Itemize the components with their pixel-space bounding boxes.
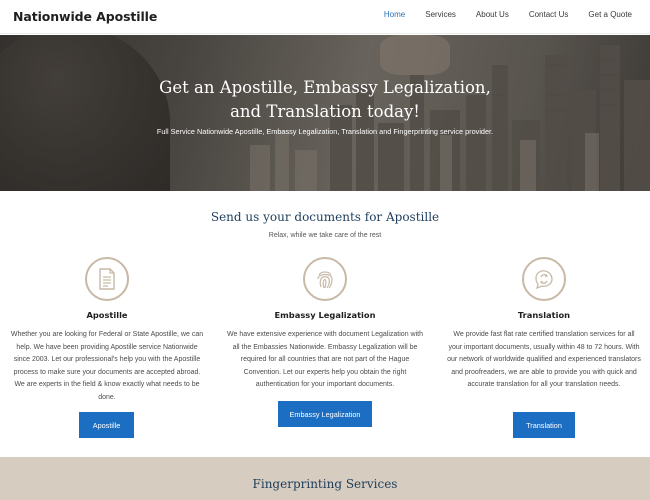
section-subtitle: Relax, while we take care of the rest — [268, 232, 382, 239]
hero-subtitle: Full Service Nationwide Apostille, Embas… — [156, 127, 494, 136]
nav-home[interactable]: Home — [384, 10, 405, 19]
service-translation: Translation We provide fast flat rate ce… — [444, 257, 644, 392]
service-embassy-legalization: Embassy Legalization We have extensive e… — [225, 257, 425, 392]
service-description: Whether you are looking for Federal or S… — [10, 331, 204, 401]
embassy-legalization-button[interactable]: Embassy Legalization — [278, 401, 372, 427]
site-brand[interactable]: Nationwide Apostille — [13, 9, 157, 24]
service-title: Embassy Legalization — [274, 310, 376, 320]
hero-banner: Get an Apostille, Embassy Legalization, … — [0, 35, 650, 191]
hero-title-line-1: Get an Apostille, Embassy Legalization, — [159, 78, 491, 97]
service-title: Translation — [517, 310, 571, 320]
translation-button[interactable]: Translation — [513, 412, 575, 438]
nav-contact-us[interactable]: Contact Us — [529, 10, 569, 19]
fingerprint-icon — [303, 257, 347, 301]
section-title: Send us your documents for Apostille — [210, 210, 440, 224]
fingerprinting-section: Fingerprinting Services — [0, 457, 650, 500]
main-nav: Home Services About Us Contact Us Get a … — [364, 10, 632, 19]
translation-chat-icon — [522, 257, 566, 301]
apostille-button[interactable]: Apostille — [79, 412, 134, 438]
service-title: Apostille — [86, 310, 128, 320]
document-icon — [85, 257, 129, 301]
service-description: We have extensive experience with docume… — [227, 331, 423, 388]
nav-services[interactable]: Services — [425, 10, 456, 19]
fingerprinting-title: Fingerprinting Services — [252, 477, 398, 491]
service-apostille: Apostille Whether you are looking for Fe… — [7, 257, 207, 404]
nav-about-us[interactable]: About Us — [476, 10, 509, 19]
service-description: We provide fast flat rate certified tran… — [447, 331, 641, 388]
site-header: Nationwide Apostille Home Services About… — [0, 0, 650, 34]
nav-get-a-quote[interactable]: Get a Quote — [588, 10, 632, 19]
hero-title-line-2: and Translation today! — [230, 102, 420, 121]
hero-title: Get an Apostille, Embassy Legalization, … — [0, 76, 650, 124]
